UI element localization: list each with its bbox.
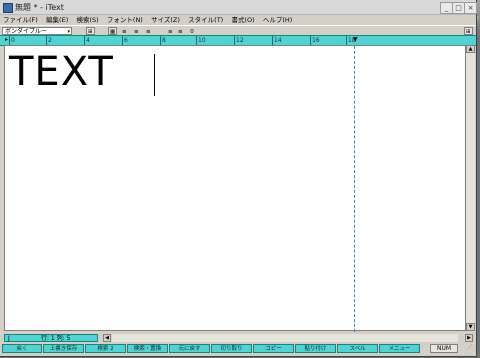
horizontal-scrollbar[interactable] — [112, 334, 458, 342]
itext-window: 無題 * - iText _ □ × ファイル(F) 編集(E) 検索(S) フ… — [0, 0, 477, 357]
fkey-paste[interactable]: 貼り付け — [295, 344, 336, 353]
scroll-left-button[interactable]: ◀ — [103, 334, 111, 342]
ruler-label-14: 14 — [274, 37, 282, 44]
ruler-label-0: 0 — [11, 37, 15, 44]
fkey-search[interactable]: 検索 2 — [85, 344, 126, 353]
menu-file[interactable]: ファイル(F) — [0, 15, 41, 25]
align-right-button[interactable]: ≡ — [144, 27, 153, 35]
ruler-label-12: 12 — [236, 37, 244, 44]
resize-grip-icon[interactable]: ⋰ — [464, 344, 475, 353]
ruler-label-10: 10 — [198, 37, 206, 44]
ruler-tick — [160, 36, 161, 45]
menu-bar: ファイル(F) 編集(E) 検索(S) フォント(N) サイズ(Z) スタイル(… — [0, 15, 476, 25]
ruler-tick — [9, 36, 10, 45]
fkey-replace[interactable]: 検索・置換 — [127, 344, 168, 353]
num-lock-indicator: NUM — [430, 344, 458, 353]
text-editor[interactable]: TEXT — [4, 45, 466, 332]
wrap-guide-line — [354, 46, 355, 332]
ruler-label-6: 6 — [124, 37, 128, 44]
format-button-2[interactable]: ▦ — [108, 27, 118, 35]
align-center-button[interactable]: ≡ — [132, 27, 141, 35]
scroll-up-button[interactable]: ▲ — [466, 45, 475, 53]
wrap-marker[interactable]: ▼ — [353, 36, 358, 44]
app-icon[interactable] — [3, 3, 13, 13]
font-select[interactable]: ボンダイブルー ▾ — [2, 27, 72, 35]
document-text[interactable]: TEXT — [9, 50, 114, 94]
cursor-position-panel: J 行: 1 列: 5 — [4, 334, 98, 342]
title-bar[interactable]: 無題 * - iText _ □ × — [0, 0, 477, 15]
ruler-label-16: 16 — [312, 37, 320, 44]
function-key-bar: 戻く 上書き保存 検索 2 検索・置換 元に戻す 切り取り コピー 貼り付け ス… — [0, 343, 476, 354]
fkey-copy[interactable]: コピー — [253, 344, 294, 353]
indent-marker[interactable]: ▸ — [5, 36, 8, 44]
toolbar-toggle-button[interactable]: ⊞ — [464, 27, 473, 35]
scroll-down-button[interactable]: ▼ — [466, 323, 475, 331]
cursor-position: 行: 1 列: 5 — [41, 335, 71, 342]
menu-size[interactable]: サイズ(Z) — [148, 15, 183, 25]
font-select-value: ボンダイブルー — [5, 28, 48, 35]
menu-style[interactable]: スタイル(T) — [185, 15, 226, 25]
spacing-button-1[interactable]: ≡ — [166, 27, 175, 35]
format-button-1[interactable]: ⊞ — [86, 27, 95, 35]
ruler-label-4: 4 — [86, 37, 90, 44]
menu-font[interactable]: フォント(N) — [104, 15, 146, 25]
status-icon: J — [8, 335, 10, 342]
fkey-spell[interactable]: スペル — [337, 344, 378, 353]
indent-value: 0 — [190, 29, 194, 35]
fkey-cut[interactable]: 切り取り — [211, 344, 252, 353]
vertical-scrollbar[interactable]: ▲ ▼ — [466, 45, 475, 331]
fkey-undo[interactable]: 元に戻す — [169, 344, 210, 353]
ruler-tick — [234, 36, 235, 45]
ruler-tick — [346, 36, 347, 45]
scroll-right-button[interactable]: ▶ — [465, 334, 473, 342]
ruler-label-8: 8 — [162, 37, 166, 44]
ruler-tick — [310, 36, 311, 45]
fkey-menu[interactable]: メニュー — [379, 344, 420, 353]
ruler-tick — [196, 36, 197, 45]
ruler-label-2: 2 — [48, 37, 52, 44]
menu-format[interactable]: 書式(O) — [228, 15, 257, 25]
close-button[interactable]: × — [464, 2, 477, 14]
align-left-button[interactable]: ≡ — [120, 27, 129, 35]
ruler-tick — [272, 36, 273, 45]
menu-help[interactable]: ヘルプ(H) — [260, 15, 295, 25]
menu-edit[interactable]: 編集(E) — [43, 15, 71, 25]
ruler-tick — [84, 36, 85, 45]
fkey-back[interactable]: 戻く — [2, 344, 42, 353]
menu-search[interactable]: 検索(S) — [73, 15, 101, 25]
ruler-tick — [46, 36, 47, 45]
text-caret — [154, 54, 155, 96]
fkey-save[interactable]: 上書き保存 — [43, 344, 84, 353]
spacing-button-2[interactable]: ≡ — [176, 27, 185, 35]
ruler-tick — [122, 36, 123, 45]
status-row: J 行: 1 列: 5 ◀ ▶ — [0, 333, 476, 343]
window-title: 無題 * - iText — [15, 3, 64, 12]
